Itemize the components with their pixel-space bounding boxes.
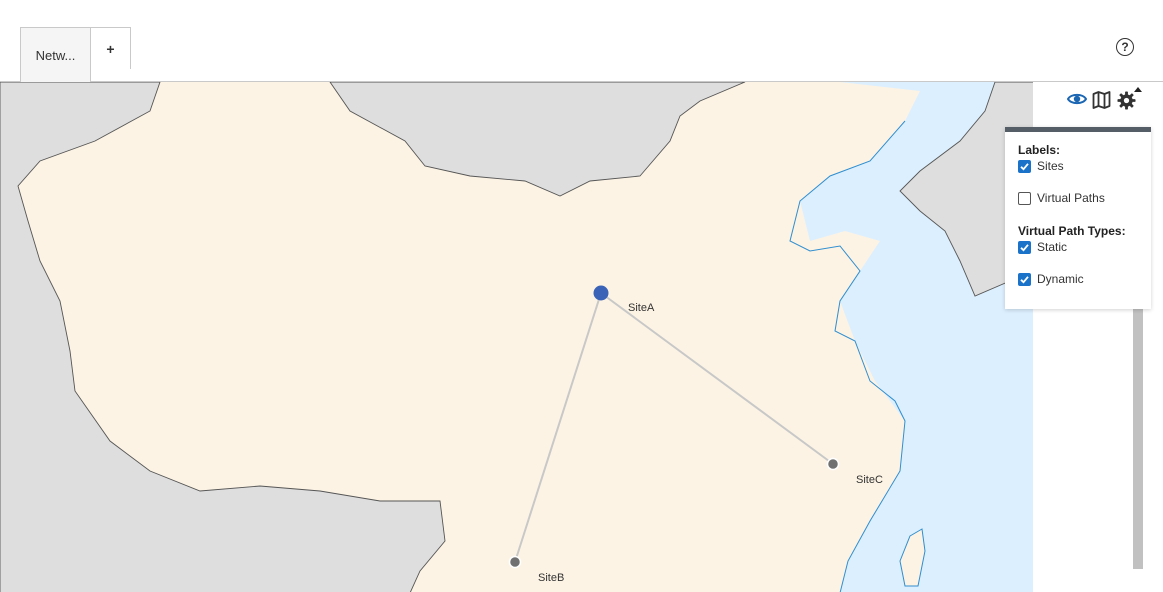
static-checkbox-label: Static: [1037, 240, 1068, 254]
tab-bar: Netw... + ?: [0, 0, 1163, 82]
checkbox-checked-icon[interactable]: [1018, 159, 1031, 173]
help-circle-icon[interactable]: ?: [1116, 38, 1134, 56]
tab-network-label: Netw...: [35, 47, 76, 63]
site-marker-sitea[interactable]: [593, 285, 609, 301]
gear-icon[interactable]: [1117, 91, 1136, 115]
checkbox-checked-icon[interactable]: [1018, 272, 1031, 286]
virtual-path-types-heading: Virtual Path Types:: [1018, 224, 1126, 238]
network-map[interactable]: SiteA SiteB SiteC Labels: Sites Virtual …: [0, 81, 1163, 592]
site-label-sitec: SiteC: [856, 474, 883, 486]
dynamic-path-type-checkbox[interactable]: Dynamic: [1018, 272, 1084, 286]
site-label-siteb: SiteB: [538, 572, 564, 584]
help-label: ?: [1121, 40, 1129, 54]
sites-checkbox-label: Sites: [1037, 159, 1064, 173]
tab-network[interactable]: Netw...: [20, 27, 91, 82]
site-marker-sitec[interactable]: [826, 457, 840, 471]
checkbox-checked-icon[interactable]: [1018, 240, 1031, 254]
map-canvas[interactable]: SiteA SiteB SiteC: [0, 82, 1163, 592]
scrollbar-thumb[interactable]: [1133, 297, 1143, 569]
checkbox-unchecked-icon[interactable]: [1018, 191, 1031, 205]
add-tab-button[interactable]: +: [90, 27, 131, 69]
map-icon[interactable]: [1092, 91, 1111, 114]
virtual-paths-label-checkbox[interactable]: Virtual Paths: [1018, 191, 1105, 205]
dynamic-checkbox-label: Dynamic: [1037, 272, 1084, 286]
virtual-paths-checkbox-label: Virtual Paths: [1037, 191, 1105, 205]
map-settings-popup: Labels: Sites Virtual Paths Virtual Path…: [1005, 127, 1151, 309]
sites-label-checkbox[interactable]: Sites: [1018, 159, 1064, 173]
plus-icon: +: [106, 40, 115, 57]
site-marker-siteb[interactable]: [508, 555, 522, 569]
static-path-type-checkbox[interactable]: Static: [1018, 240, 1067, 254]
site-label-sitea: SiteA: [628, 302, 655, 314]
labels-heading: Labels:: [1018, 143, 1061, 157]
eye-icon[interactable]: [1066, 91, 1088, 112]
